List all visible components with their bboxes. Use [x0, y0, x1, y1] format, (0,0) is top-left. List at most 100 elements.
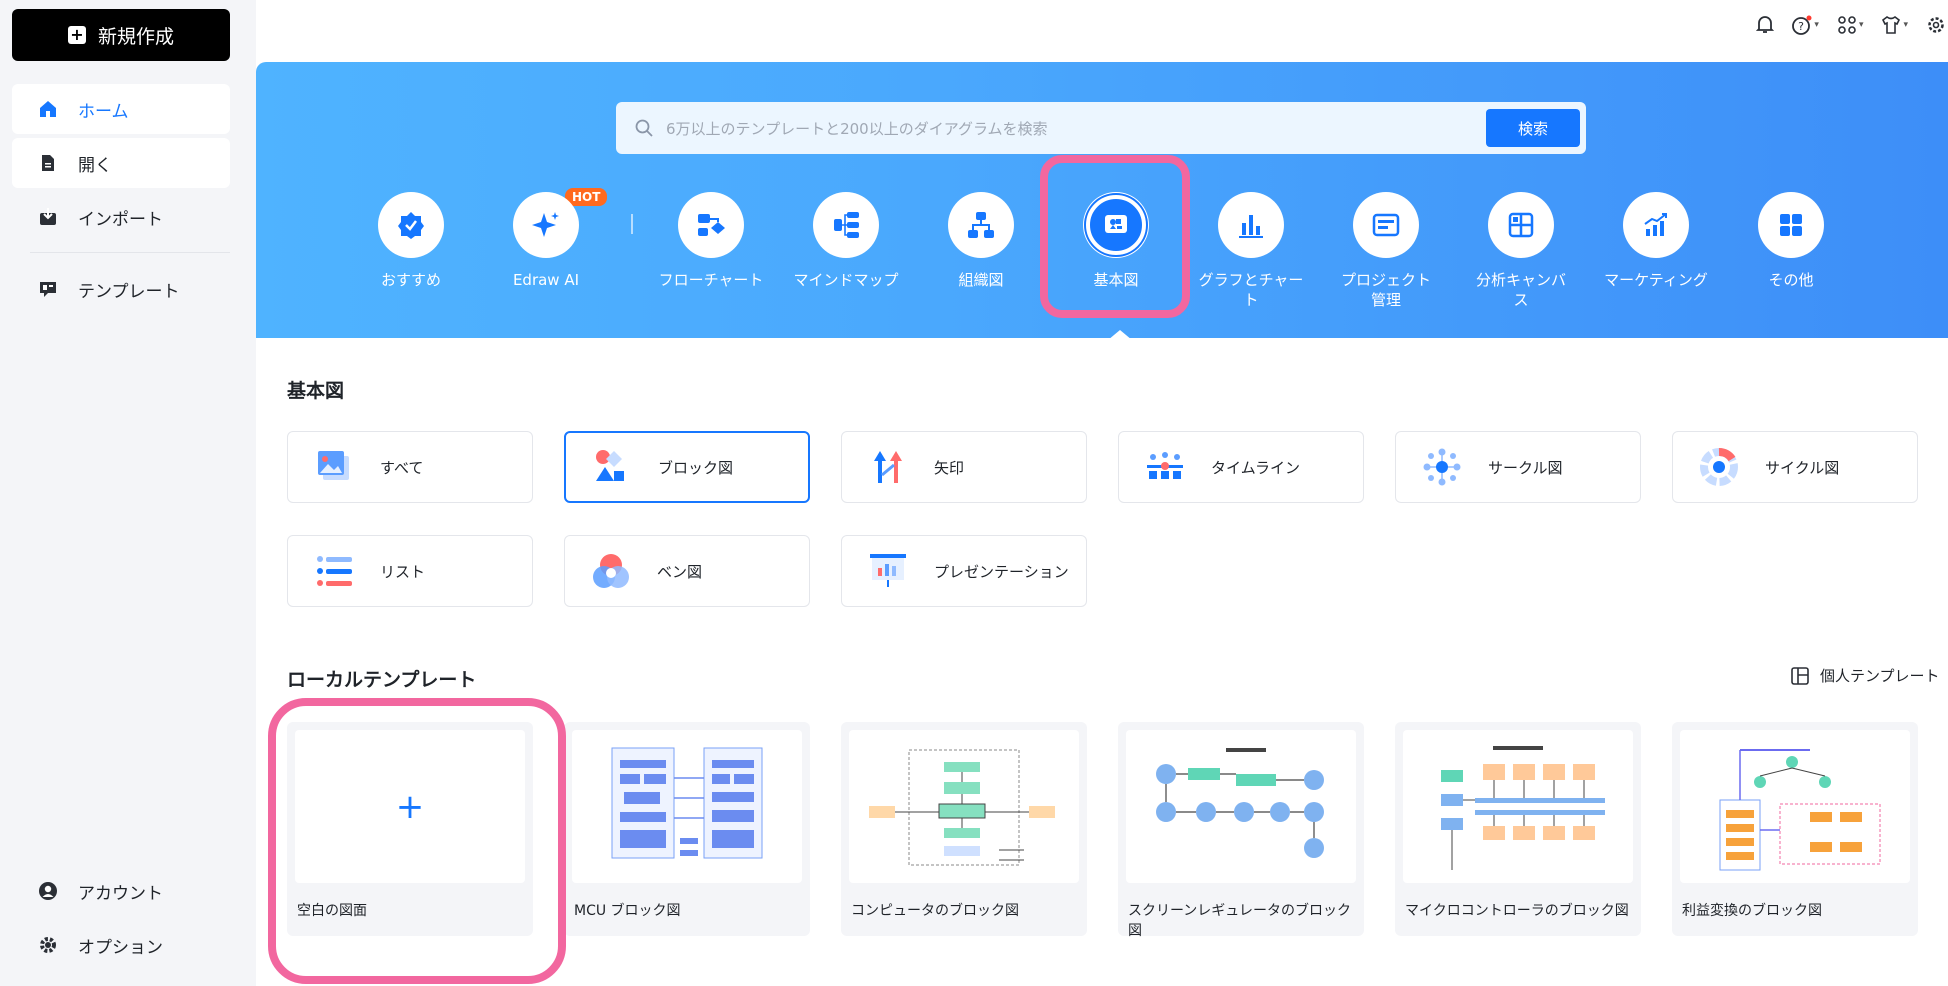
- sidebar: + 新規作成 ホーム 開く インポート テンプレート アカウント オプション: [0, 0, 256, 986]
- category-project[interactable]: プロジェクト 管理: [1331, 192, 1441, 310]
- circle-diagram-icon: [1423, 448, 1461, 486]
- category-label: おすすめ: [380, 271, 441, 289]
- basic-card-cycle[interactable]: サイクル図: [1672, 431, 1918, 503]
- search-bar[interactable]: 6万以上のテンプレートと200以上のダイアグラムを検索 検索: [616, 102, 1586, 154]
- template-label: スクリーンレギュレータのブロック図: [1128, 903, 1352, 939]
- sidebar-item-home[interactable]: ホーム: [12, 84, 230, 134]
- apps-icon[interactable]: ▾: [1837, 15, 1863, 35]
- presentation-icon: [870, 554, 906, 587]
- category-label: マーケティング: [1604, 271, 1708, 289]
- theme-shirt-icon[interactable]: ▾: [1881, 15, 1908, 35]
- arrows-icon: [874, 451, 902, 483]
- basic-card-label: すべて: [380, 458, 424, 477]
- template-card-screen-regulator[interactable]: スクリーンレギュレータのブロック図: [1118, 722, 1364, 939]
- highlight-frame-basic: [1040, 155, 1190, 318]
- template-label: MCU ブロック図: [574, 903, 681, 919]
- basic-card-label: リスト: [380, 562, 426, 581]
- basic-card-label: プレゼンテーション: [934, 562, 1069, 581]
- category-edraw-ai[interactable]: Edraw AI: [491, 192, 601, 290]
- sidebar-divider: [30, 252, 230, 253]
- basic-card-label: ベン図: [657, 562, 703, 581]
- bell-icon[interactable]: [1756, 15, 1775, 35]
- search-input[interactable]: 6万以上のテンプレートと200以上のダイアグラムを検索: [666, 118, 1486, 139]
- basic-card-label: タイムライン: [1211, 458, 1300, 477]
- venn-icon: [593, 554, 629, 588]
- category-label: プロジェクト 管理: [1340, 271, 1431, 309]
- sidebar-item-import[interactable]: インポート: [12, 192, 230, 242]
- basic-card-all[interactable]: すべて: [287, 431, 533, 503]
- basic-card-label: サークル図: [1488, 458, 1563, 477]
- new-document-button[interactable]: + 新規作成: [12, 9, 230, 61]
- basic-card-venn[interactable]: ベン図: [564, 535, 810, 607]
- basic-card-presentation[interactable]: プレゼンテーション: [841, 535, 1087, 607]
- import-icon: [38, 207, 58, 227]
- basic-card-label: ブロック図: [658, 458, 734, 477]
- category-label: 分析キャンバス: [1475, 271, 1566, 309]
- category-flowchart[interactable]: フローチャート: [656, 192, 766, 290]
- category-label: Edraw AI: [512, 271, 580, 289]
- category-analysis-canvas[interactable]: 分析キャンバス: [1466, 192, 1576, 310]
- gear-icon: [38, 935, 58, 955]
- plus-icon: +: [67, 26, 86, 44]
- category-org-chart[interactable]: 組織図: [926, 192, 1036, 290]
- category-graphs-charts[interactable]: グラフとチャート: [1196, 192, 1306, 310]
- new-document-label: 新規作成: [97, 25, 174, 48]
- template-card-microcontroller[interactable]: マイクロコントローラのブロック図: [1395, 722, 1641, 936]
- basic-card-arrow[interactable]: 矢印: [841, 431, 1087, 503]
- template-thumbnail: [1126, 730, 1356, 883]
- basic-card-block[interactable]: ブロック図: [564, 431, 810, 503]
- template-label: コンピュータのブロック図: [851, 903, 1019, 919]
- sidebar-item-open[interactable]: 開く: [12, 138, 230, 188]
- category-mindmap[interactable]: マインドマップ: [791, 192, 901, 290]
- highlight-frame-blank: [268, 698, 566, 984]
- category-label: フローチャート: [658, 271, 764, 289]
- help-icon[interactable]: ? ▾: [1792, 15, 1819, 35]
- category-recommended[interactable]: おすすめ: [356, 192, 466, 290]
- template-layout-icon: [1791, 666, 1809, 685]
- personal-templates-link[interactable]: 個人テンプレート: [1790, 665, 1940, 686]
- template-card-mcu[interactable]: MCU ブロック図: [564, 722, 810, 936]
- sparkle-icon: [513, 192, 579, 258]
- block-diagram-icon: [596, 450, 624, 481]
- list-icon: [317, 556, 352, 586]
- basic-card-label: 矢印: [934, 458, 965, 477]
- canvas-icon: [1488, 192, 1554, 258]
- timeline-icon: [1147, 452, 1183, 479]
- file-icon: [38, 153, 58, 173]
- sidebar-item-label: テンプレート: [78, 281, 180, 302]
- project-icon: [1353, 192, 1419, 258]
- flowchart-icon: [678, 192, 744, 258]
- section-title-local: ローカルテンプレート: [287, 669, 477, 691]
- sidebar-item-label: オプション: [78, 937, 163, 958]
- grid-icon: [1758, 192, 1824, 258]
- settings-icon[interactable]: [1926, 15, 1946, 35]
- svg-text:?: ?: [1798, 20, 1804, 33]
- template-card-computer[interactable]: コンピュータのブロック図: [841, 722, 1087, 936]
- sidebar-item-label: 開く: [78, 155, 112, 176]
- category-marketing[interactable]: マーケティング: [1601, 192, 1711, 290]
- mindmap-icon: [813, 192, 879, 258]
- basic-card-circle[interactable]: サークル図: [1395, 431, 1641, 503]
- category-divider: [631, 214, 633, 234]
- template-icon: [38, 279, 58, 299]
- sidebar-item-options[interactable]: オプション: [12, 920, 230, 970]
- template-thumbnail: [1680, 730, 1910, 883]
- template-card-profit[interactable]: 利益変換のブロック図: [1672, 722, 1918, 936]
- cycle-diagram-icon: [1700, 448, 1738, 486]
- category-label: その他: [1768, 271, 1814, 289]
- search-icon: [634, 118, 654, 138]
- sidebar-item-label: インポート: [78, 209, 163, 230]
- category-others[interactable]: その他: [1736, 192, 1846, 290]
- template-thumbnail: [849, 730, 1079, 883]
- search-button[interactable]: 検索: [1486, 109, 1580, 147]
- sidebar-item-templates[interactable]: テンプレート: [12, 264, 230, 314]
- recommended-icon: [378, 192, 444, 258]
- category-label: グラフとチャート: [1198, 271, 1304, 309]
- sidebar-item-account[interactable]: アカウント: [12, 866, 230, 916]
- basic-card-list[interactable]: リスト: [287, 535, 533, 607]
- category-label: 組織図: [958, 271, 1004, 289]
- sidebar-item-label: アカウント: [78, 883, 163, 904]
- selection-pointer: [1108, 330, 1132, 340]
- category-label: マインドマップ: [793, 271, 899, 289]
- basic-card-timeline[interactable]: タイムライン: [1118, 431, 1364, 503]
